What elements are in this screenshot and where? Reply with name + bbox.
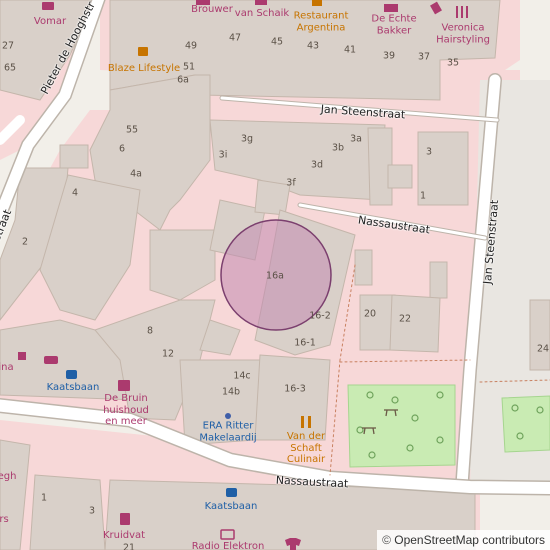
- attribution-link[interactable]: OpenStreetMap contributors: [394, 533, 545, 547]
- poi-kruidvat[interactable]: Kruidvat: [103, 531, 145, 541]
- poi-radio-elektron[interactable]: Radio Elektron: [192, 542, 265, 550]
- copyright-symbol: ©: [382, 533, 391, 547]
- house-number: 37: [417, 51, 431, 63]
- office-dot-icon: [225, 413, 231, 419]
- house-number: 51: [182, 61, 196, 73]
- house-number: 22: [398, 313, 412, 325]
- house-number: 55: [125, 124, 139, 136]
- poi-kaatsbaan-bus-stop[interactable]: Kaatsbaan: [47, 383, 100, 393]
- house-number: 4: [71, 187, 79, 199]
- house-number: 35: [446, 57, 460, 69]
- map-canvas[interactable]: Pieter de Hooghstr Jan Steenstraat Nassa…: [0, 0, 550, 550]
- poi-left-ina[interactable]: ina: [0, 363, 14, 373]
- poi-van-der-schaft[interactable]: Van der Schaft Culinair: [287, 431, 325, 466]
- house-number: 16a: [266, 270, 284, 282]
- house-number: 43: [306, 40, 320, 52]
- house-number: 21: [122, 542, 136, 550]
- house-number: 20: [363, 308, 377, 320]
- poi-van-schaik[interactable]: van Schaik: [235, 9, 289, 19]
- house-number: 6a: [177, 74, 189, 86]
- street-label-nassaustraat-bottom: Nassaustraat: [275, 473, 349, 491]
- house-number: 3i: [218, 149, 228, 161]
- poi-left-rs[interactable]: rs: [0, 515, 9, 525]
- house-number: 3b: [331, 142, 345, 154]
- house-number: 3d: [310, 159, 324, 171]
- map-attribution[interactable]: © OpenStreetMap contributors: [377, 530, 550, 550]
- house-number: 3: [425, 146, 433, 158]
- house-number: 3g: [240, 133, 254, 145]
- poi-blaze-lifestyle[interactable]: Blaze Lifestyle: [108, 64, 180, 74]
- house-number: 14b: [221, 386, 241, 398]
- house-number: 4a: [130, 168, 142, 180]
- poi-de-bruin[interactable]: De Bruin huishoud en meer: [103, 393, 149, 428]
- house-number: 24: [536, 343, 550, 355]
- house-number: 39: [382, 50, 396, 62]
- house-number: 45: [270, 36, 284, 48]
- house-number: 3a: [350, 133, 362, 145]
- house-number: 3f: [286, 177, 296, 189]
- poi-brouwer[interactable]: Brouwer: [191, 5, 233, 15]
- house-number: 41: [343, 44, 357, 56]
- house-number: 47: [228, 32, 242, 44]
- house-number: 1: [419, 190, 427, 202]
- house-number: 65: [3, 62, 17, 74]
- house-number: 6: [118, 143, 126, 155]
- cafe-icon: [138, 47, 148, 56]
- house-number: 14c: [233, 370, 251, 382]
- house-number: 16-1: [294, 337, 316, 349]
- house-number: 16-3: [284, 383, 306, 395]
- house-number: 8: [146, 325, 154, 337]
- poi-restaurant-argentina[interactable]: Restaurant Argentina: [294, 11, 349, 34]
- poi-left-egh[interactable]: egh: [0, 472, 16, 482]
- house-number: 27: [1, 40, 15, 52]
- house-number: 3: [88, 505, 96, 517]
- house-number: 49: [184, 40, 198, 52]
- poi-vomar[interactable]: Vomar: [34, 17, 66, 27]
- house-number: 2: [21, 236, 29, 248]
- poi-de-echte-bakker[interactable]: De Echte Bakker: [371, 14, 416, 37]
- house-number: 1: [40, 492, 48, 504]
- poi-veronica-hairstyling[interactable]: Veronica Hairstyling: [436, 23, 490, 46]
- house-number: 16-2: [309, 310, 331, 322]
- poi-kaatsbaan-bus-stop-2[interactable]: Kaatsbaan: [205, 502, 258, 512]
- house-number: 12: [161, 348, 175, 360]
- poi-era-ritter[interactable]: ERA Ritter Makelaardij: [199, 421, 256, 444]
